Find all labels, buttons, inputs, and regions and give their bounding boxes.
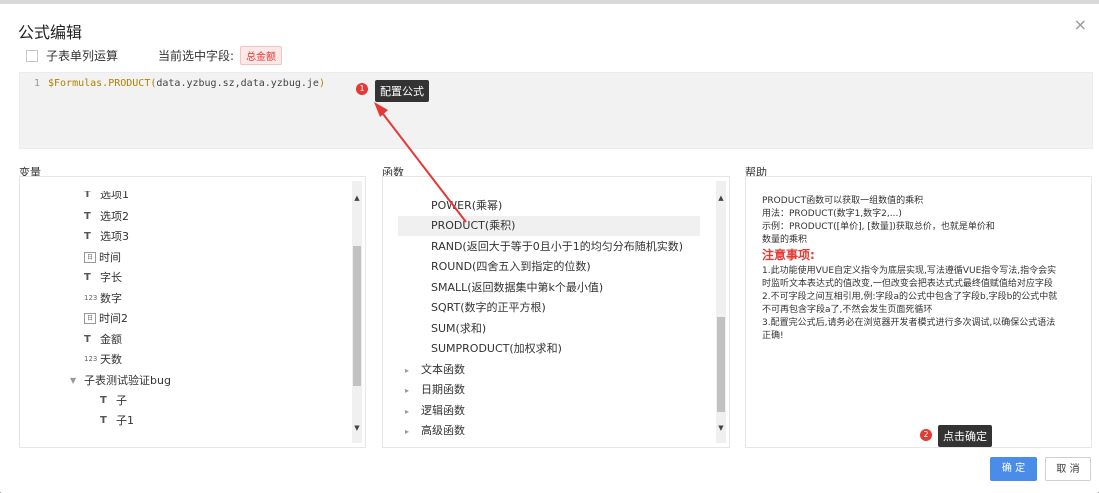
- category-label: 日期函数: [421, 383, 465, 396]
- help-note-title: 注意事项:: [762, 248, 815, 262]
- text-type-icon: T: [84, 230, 91, 242]
- variable-label: 数字: [100, 292, 122, 305]
- variable-item[interactable]: T子: [100, 391, 127, 409]
- function-category[interactable]: ▸ 逻辑函数: [405, 401, 465, 421]
- variable-label: 天数: [100, 353, 122, 366]
- help-text: PRODUCT函数可以获取一组数值的乘积: [762, 196, 924, 206]
- help-text: 3.配置完公式后,请务必在浏览器开发者模式进行多次调试,以确保公式语法: [762, 318, 1056, 328]
- cancel-button[interactable]: 取 消: [1045, 457, 1091, 481]
- variable-label: 时间: [99, 251, 121, 264]
- variable-item[interactable]: T 子1: [100, 411, 134, 429]
- variable-label: 子表测试验证bug: [84, 374, 171, 387]
- text-type-icon: T: [84, 210, 91, 222]
- subtable-checkbox[interactable]: [26, 49, 38, 62]
- text-type-icon: T: [84, 333, 91, 345]
- function-category[interactable]: ▸ 高级函数: [405, 421, 465, 435]
- variable-label: 选项1: [100, 188, 129, 201]
- variable-label: 选项2: [100, 210, 129, 223]
- variable-label: 选项3: [100, 230, 129, 243]
- scroll-thumb[interactable]: [353, 246, 361, 386]
- variables-scrollbar[interactable]: ▲ ▼: [352, 181, 362, 443]
- scroll-up-icon[interactable]: ▲: [716, 193, 726, 203]
- variable-item[interactable]: T 选项1: [84, 188, 129, 203]
- confirm-button[interactable]: 确 定: [990, 457, 1037, 481]
- dialog-title: 公式编辑: [18, 23, 83, 42]
- variable-label: 字长: [100, 271, 122, 284]
- category-label: 高级函数: [421, 424, 465, 435]
- help-text: 示例：PRODUCT([单价], [数量])获取总价，也就是单价和: [762, 222, 995, 232]
- variable-item[interactable]: T 字长: [84, 268, 122, 286]
- variable-item[interactable]: T 选项2: [84, 207, 129, 225]
- formula-code-suffix: ): [318, 78, 325, 89]
- collapse-arrow-icon: ▸: [405, 366, 410, 375]
- function-category[interactable]: ▸ 日期函数: [405, 380, 465, 400]
- scroll-up-icon[interactable]: ▲: [352, 193, 362, 203]
- collapse-arrow-icon: ▸: [405, 407, 410, 416]
- step-marker-1: 1: [356, 83, 368, 95]
- variable-label: 金额: [100, 333, 122, 346]
- current-field-label: 当前选中字段:: [158, 49, 235, 63]
- category-label: 文本函数: [421, 363, 465, 376]
- scroll-thumb[interactable]: [717, 317, 725, 412]
- formula-editor-dialog: 公式编辑 × 子表单列运算 当前选中字段: 总金额 1 $Formulas.PR…: [0, 0, 1099, 493]
- scroll-down-icon[interactable]: ▼: [352, 423, 362, 433]
- scroll-down-icon[interactable]: ▼: [716, 423, 726, 433]
- close-icon[interactable]: ×: [1074, 15, 1087, 34]
- calendar-icon: 日: [84, 251, 96, 263]
- subtable-checkbox-label: 子表单列运算: [46, 49, 119, 63]
- variables-panel: T 选项1 T 选项2 T 选项3 日时间 T 字长 123 数字 日时间2 T 金额 12…: [19, 176, 366, 448]
- formula-editor[interactable]: 1 $Formulas.PRODUCT(data.yzbug.sz,data.y…: [19, 72, 1093, 149]
- number-type-icon: 123: [84, 294, 98, 302]
- help-text: 1.此功能使用VUE自定义指令为底层实现,写法遵循VUE指令写法,指令会实: [762, 266, 1057, 276]
- text-type-icon: T: [84, 271, 91, 283]
- formula-code-args: data.yzbug.sz,data.yzbug.je: [156, 78, 319, 89]
- functions-scrollbar[interactable]: ▲ ▼: [716, 181, 726, 443]
- variable-item[interactable]: 123 数字: [84, 289, 122, 307]
- text-type-icon: T: [84, 188, 91, 200]
- variable-label: 子1: [116, 414, 134, 427]
- functions-panel: POWER(乘幂) PRODUCT(乘积) RAND(返回大于等于0且小于1的均…: [382, 176, 730, 448]
- help-text: 数量的乘积: [762, 235, 808, 245]
- variable-label: 时间2: [99, 312, 128, 325]
- function-item[interactable]: SUMPRODUCT(加权求和): [431, 339, 562, 359]
- help-text: 时监听文本表达式的值改变,一但改变会把表达式式最终值赋值给对应字段: [762, 279, 1053, 289]
- variable-item[interactable]: T 金额: [84, 330, 122, 348]
- variable-group-subtable[interactable]: ▼ 子表测试验证bug: [70, 371, 171, 389]
- function-item[interactable]: SQRT(数字的正平方根): [431, 298, 546, 318]
- help-text: 正确!: [762, 331, 784, 341]
- function-item[interactable]: RAND(返回大于等于0且小于1的均匀分布随机实数): [431, 237, 683, 257]
- help-text: 2.不可字段之间互相引用,例:字段a的公式中包含了字段b,字段b的公式中就: [762, 292, 1058, 302]
- calendar-icon: 日: [84, 312, 96, 324]
- help-panel: PRODUCT函数可以获取一组数值的乘积 用法：PRODUCT(数字1,数字2,…: [745, 176, 1092, 448]
- category-label: 逻辑函数: [421, 404, 465, 417]
- function-item[interactable]: ROUND(四舍五入到指定的位数): [431, 257, 591, 277]
- variable-item[interactable]: T 选项3: [84, 227, 129, 245]
- collapse-arrow-icon: ▸: [405, 386, 410, 395]
- line-number: 1: [34, 78, 41, 89]
- function-item-selected[interactable]: PRODUCT(乘积): [431, 216, 515, 236]
- variable-item[interactable]: 日时间2: [84, 309, 128, 327]
- variable-item[interactable]: 日时间: [84, 248, 121, 266]
- help-text: 不可再包含字段a了,不然会发生页面死循环: [762, 305, 933, 315]
- text-type-icon: T: [100, 414, 107, 426]
- top-strip: [0, 0, 1099, 4]
- text-type-icon: T: [100, 394, 107, 406]
- formula-code-prefix: $Formulas.PRODUCT(: [48, 78, 157, 89]
- collapse-arrow-icon: ▸: [405, 427, 410, 435]
- number-type-icon: 123: [84, 355, 98, 363]
- current-field-badge: 总金额: [240, 46, 283, 65]
- variable-item[interactable]: 123 天数: [84, 350, 122, 368]
- formula-code: $Formulas.PRODUCT(data.yzbug.sz,data.yzb…: [48, 78, 325, 89]
- options-row: 子表单列运算 当前选中字段: 总金额: [26, 46, 283, 65]
- tooltip-click-confirm: 点击确定: [938, 425, 992, 447]
- step-marker-2: 2: [920, 429, 932, 441]
- function-item[interactable]: SMALL(返回数据集中第k个最小值): [431, 278, 603, 298]
- function-category[interactable]: ▸ 文本函数: [405, 360, 465, 380]
- tooltip-configure-formula: 配置公式: [375, 80, 429, 102]
- help-text: 用法：PRODUCT(数字1,数字2,...): [762, 209, 902, 219]
- variable-label: 子: [116, 394, 127, 407]
- function-item[interactable]: POWER(乘幂): [431, 196, 502, 216]
- expand-arrow-icon[interactable]: ▼: [70, 376, 80, 385]
- function-item[interactable]: SUM(求和): [431, 319, 486, 339]
